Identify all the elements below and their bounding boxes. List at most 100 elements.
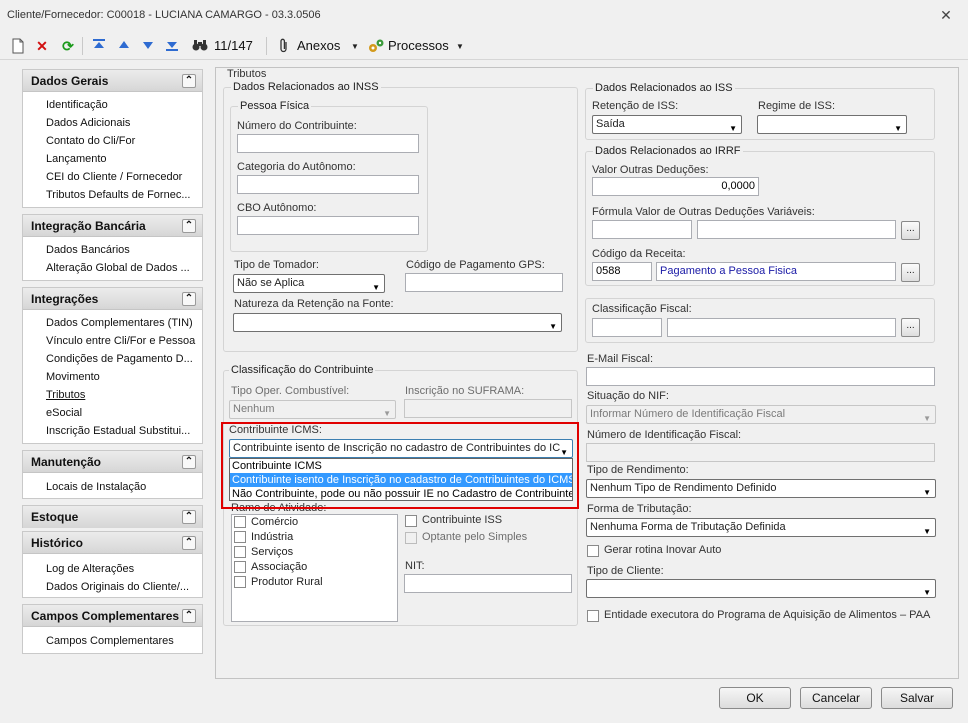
tipo-rendimento-select[interactable]: Nenhum Tipo de Rendimento Definido ▼ — [586, 479, 936, 498]
sidebar-item-vinculo[interactable]: Vínculo entre Cli/For e Pessoa — [23, 332, 202, 350]
collapse-icon[interactable]: ⌃ — [182, 510, 196, 524]
gerar-rotina-checkbox[interactable] — [587, 545, 599, 557]
binoculars-icon[interactable] — [192, 38, 208, 54]
formula-lookup-button[interactable]: ... — [901, 221, 920, 240]
processes-gear-icon[interactable] — [367, 38, 384, 54]
tipo-cliente-select[interactable]: ▼ — [586, 579, 936, 598]
collapse-icon[interactable]: ⌃ — [182, 609, 196, 623]
codigo-gps-field[interactable] — [405, 273, 563, 292]
sidebar-item-dados-originais[interactable]: Dados Originais do Cliente/... — [23, 578, 202, 596]
checkbox[interactable] — [234, 531, 246, 543]
list-item[interactable]: Comércio — [232, 515, 397, 530]
close-icon[interactable]: ✕ — [938, 7, 954, 23]
nit-field[interactable] — [404, 574, 572, 593]
sidebar-header-integracao-bancaria[interactable]: Integração Bancária ⌃ — [23, 215, 202, 237]
processos-menu[interactable]: Processos — [388, 38, 449, 53]
next-record-icon[interactable] — [140, 38, 156, 54]
regime-iss-select[interactable]: ▼ — [757, 115, 907, 134]
numero-contribuinte-field[interactable] — [237, 134, 419, 153]
anexos-chevron-down-icon[interactable]: ▼ — [347, 39, 363, 55]
anexos-menu[interactable]: Anexos — [297, 38, 340, 53]
last-record-icon[interactable] — [164, 38, 180, 54]
sidebar-item-cei[interactable]: CEI do Cliente / Fornecedor — [23, 168, 202, 186]
valor-outras-deducoes-field[interactable]: 0,0000 — [592, 177, 759, 196]
checkbox[interactable] — [234, 561, 246, 573]
collapse-icon[interactable]: ⌃ — [182, 74, 196, 88]
classificacao-fiscal-lookup-button[interactable]: ... — [901, 318, 920, 337]
sidebar-item-esocial[interactable]: eSocial — [23, 404, 202, 422]
previous-record-icon[interactable] — [116, 38, 132, 54]
sidebar-item-log-alteracoes[interactable]: Log de Alterações — [23, 560, 202, 578]
sidebar-item-identificacao[interactable]: Identificação — [23, 96, 202, 114]
chevron-down-icon: ▼ — [549, 322, 557, 331]
list-item[interactable]: Serviços — [232, 545, 397, 560]
formula-code-field[interactable] — [592, 220, 692, 239]
collapse-icon[interactable]: ⌃ — [182, 455, 196, 469]
list-item-label: Comércio — [251, 516, 299, 528]
sidebar-item-dados-complementares[interactable]: Dados Complementares (TIN) — [23, 314, 202, 332]
sidebar-item-condicoes-pagamento[interactable]: Condições de Pagamento D... — [23, 350, 202, 368]
sidebar-header-campos[interactable]: Campos Complementares ⌃ — [23, 605, 202, 627]
categoria-autonomo-field[interactable] — [237, 175, 419, 194]
save-button[interactable]: Salvar — [881, 687, 953, 709]
pessoa-fisica-title: Pessoa Física — [238, 100, 312, 112]
formula-desc-field[interactable] — [697, 220, 896, 239]
sidebar-item-alteracao-global[interactable]: Alteração Global de Dados ... — [23, 259, 202, 277]
contribuinte-iss-checkbox[interactable] — [405, 515, 417, 527]
sidebar-header-manutencao[interactable]: Manutenção ⌃ — [23, 451, 202, 473]
checkbox[interactable] — [234, 576, 246, 588]
collapse-icon[interactable]: ⌃ — [182, 219, 196, 233]
email-fiscal-field[interactable] — [586, 367, 935, 386]
sidebar-header-dados-gerais[interactable]: Dados Gerais ⌃ — [23, 70, 202, 92]
collapse-icon[interactable]: ⌃ — [182, 536, 196, 550]
sidebar-header-estoque[interactable]: Estoque ⌃ — [23, 506, 202, 528]
sidebar-item-inscricao-estadual[interactable]: Inscrição Estadual Substitui... — [23, 422, 202, 440]
situacao-nif-select[interactable]: Informar Número de Identificação Fiscal ▼ — [586, 405, 936, 424]
refresh-icon[interactable]: ⟳ — [60, 38, 76, 54]
list-item[interactable]: Produtor Rural — [232, 575, 397, 590]
sidebar-item-tributos[interactable]: Tributos — [23, 386, 202, 404]
delete-icon[interactable]: ✕ — [34, 38, 50, 54]
tipo-tomador-select[interactable]: Não se Aplica ▼ — [233, 274, 385, 293]
paperclip-icon[interactable] — [276, 38, 292, 54]
sidebar-estoque: Estoque ⌃ — [22, 505, 203, 528]
sidebar-item-movimento[interactable]: Movimento — [23, 368, 202, 386]
sidebar-header-integracoes[interactable]: Integrações ⌃ — [23, 288, 202, 310]
list-item[interactable]: Associação — [232, 560, 397, 575]
ramo-atividade-list: Comércio Indústria Serviços Associação P… — [231, 514, 398, 622]
cancel-button[interactable]: Cancelar — [800, 687, 872, 709]
codigo-receita-code-field[interactable]: 0588 — [592, 262, 652, 281]
collapse-icon[interactable]: ⌃ — [182, 292, 196, 306]
tipo-rendimento-label: Tipo de Rendimento: — [587, 464, 689, 476]
checkbox[interactable] — [234, 516, 246, 528]
chevron-down-icon: ▼ — [923, 488, 931, 497]
new-document-icon[interactable] — [10, 38, 26, 54]
natureza-retencao-select[interactable]: ▼ — [233, 313, 562, 332]
optante-simples-checkbox[interactable] — [405, 532, 417, 544]
sidebar-item-dados-adicionais[interactable]: Dados Adicionais — [23, 114, 202, 132]
list-item[interactable]: Indústria — [232, 530, 397, 545]
paa-checkbox[interactable] — [587, 610, 599, 622]
first-record-icon[interactable] — [91, 38, 107, 54]
retencao-iss-select[interactable]: Saída ▼ — [592, 115, 742, 134]
codigo-receita-lookup-button[interactable]: ... — [901, 263, 920, 282]
sidebar-item-campos-complementares[interactable]: Campos Complementares — [23, 632, 202, 650]
sidebar-item-locais-instalacao[interactable]: Locais de Instalação — [23, 478, 202, 496]
classificacao-fiscal-desc-field[interactable] — [667, 318, 896, 337]
ok-button[interactable]: OK — [719, 687, 791, 709]
suframa-field[interactable] — [404, 399, 572, 418]
checkbox[interactable] — [234, 546, 246, 558]
cbo-autonomo-field[interactable] — [237, 216, 419, 235]
classificacao-fiscal-code-field[interactable] — [592, 318, 662, 337]
sidebar-item-contato[interactable]: Contato do Cli/For — [23, 132, 202, 150]
codigo-receita-desc-field[interactable]: Pagamento a Pessoa Fisica — [656, 262, 896, 281]
sidebar-title: Integração Bancária — [31, 219, 146, 233]
sidebar-item-lancamento[interactable]: Lançamento — [23, 150, 202, 168]
sidebar-item-tributos-defaults[interactable]: Tributos Defaults de Fornec... — [23, 186, 202, 204]
processos-chevron-down-icon[interactable]: ▼ — [452, 39, 468, 55]
tipo-oper-combustivel-select[interactable]: Nenhum ▼ — [229, 400, 396, 419]
numero-nif-field[interactable] — [586, 443, 935, 462]
sidebar-item-dados-bancarios[interactable]: Dados Bancários — [23, 241, 202, 259]
forma-tributacao-select[interactable]: Nenhuma Forma de Tributação Definida ▼ — [586, 518, 936, 537]
sidebar-header-historico[interactable]: Histórico ⌃ — [23, 532, 202, 554]
